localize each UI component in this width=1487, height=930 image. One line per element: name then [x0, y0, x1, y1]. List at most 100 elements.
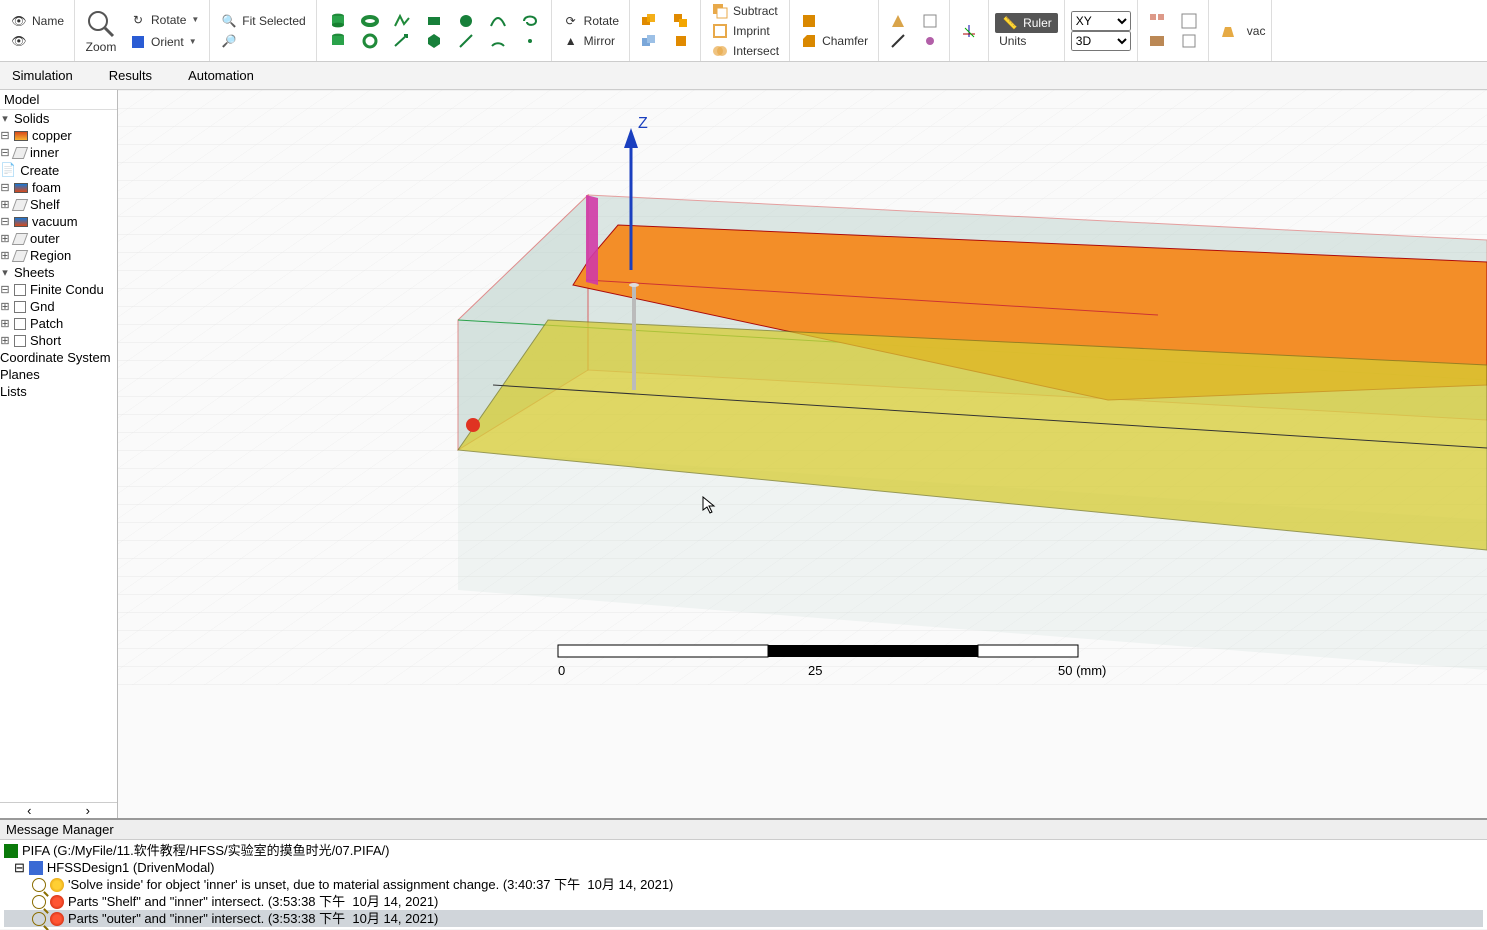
tree-sheets[interactable]: ▾Sheets: [0, 264, 117, 281]
cylinder2-button[interactable]: [325, 31, 351, 51]
cylinder-button[interactable]: [325, 11, 351, 31]
grid-b-button[interactable]: [1176, 11, 1202, 31]
curve-button[interactable]: [485, 11, 511, 31]
arc-button[interactable]: [485, 31, 511, 51]
torus-button[interactable]: [357, 11, 383, 31]
tree-outer[interactable]: ⊞outer: [0, 230, 117, 247]
dup2-button[interactable]: [668, 11, 694, 31]
viewport-3d[interactable]: Z 0 25 50 (mm): [118, 90, 1487, 818]
fit-alt-button[interactable]: 🔎: [216, 31, 309, 51]
dup4-button[interactable]: [668, 31, 694, 51]
polyline-button[interactable]: [389, 11, 415, 31]
arrow-path-button[interactable]: [389, 31, 415, 51]
misc1a-button[interactable]: [885, 11, 911, 31]
view-combo[interactable]: 3D: [1071, 31, 1131, 51]
menu-results[interactable]: Results: [105, 66, 156, 85]
rotate-button[interactable]: ↻ Rotate▼: [125, 10, 203, 30]
intersect-button[interactable]: Intersect: [707, 41, 783, 61]
warning-icon: [50, 878, 64, 892]
subtract-button[interactable]: Subtract: [707, 1, 783, 21]
rectangle-button[interactable]: [421, 11, 447, 31]
line-button[interactable]: [453, 31, 479, 51]
ruler-button[interactable]: 📏 Ruler: [995, 13, 1058, 33]
tree-scroll-left[interactable]: ‹: [0, 803, 59, 818]
chamfer-button[interactable]: Chamfer: [796, 31, 872, 51]
msg-error-2[interactable]: Parts "outer" and "inner" intersect. (3:…: [4, 910, 1483, 927]
misc1c-button[interactable]: [885, 31, 911, 51]
svg-text:25: 25: [808, 663, 822, 678]
tree-solids[interactable]: ▾Solids: [0, 110, 117, 127]
magnifier-icon: [85, 8, 117, 40]
visibility-button[interactable]: 👁: [6, 31, 68, 51]
tree-coord[interactable]: Coordinate System: [0, 349, 117, 366]
tree-scroll-right[interactable]: ›: [59, 803, 118, 818]
tree-inner[interactable]: ⊟inner: [0, 144, 117, 161]
ruler-icon: 📏: [1001, 14, 1019, 32]
tree-shelf[interactable]: ⊞Shelf: [0, 196, 117, 213]
grid-a-button[interactable]: [1144, 11, 1170, 31]
grid-c-button[interactable]: [1144, 31, 1170, 51]
vac-button[interactable]: [1215, 21, 1241, 41]
mirror-icon: ▲: [562, 32, 580, 50]
menu-simulation[interactable]: Simulation: [8, 66, 77, 85]
imprint-button[interactable]: Imprint: [707, 21, 783, 41]
copper-swatch-icon: [14, 131, 28, 141]
axes-icon: [960, 22, 978, 40]
fit-selected-button[interactable]: 🔍 Fit Selected: [216, 11, 309, 31]
eye-icon: 👁: [10, 12, 28, 30]
mirror-button[interactable]: ▲ Mirror: [558, 31, 623, 51]
msg-error-1[interactable]: Parts "Shelf" and "inner" intersect. (3:…: [4, 893, 1483, 910]
menu-automation[interactable]: Automation: [184, 66, 258, 85]
chamfer-label: Chamfer: [822, 34, 868, 48]
cs-button[interactable]: [956, 21, 982, 41]
tree-foam[interactable]: ⊟foam: [0, 179, 117, 196]
plane-combo[interactable]: XY: [1071, 11, 1131, 31]
msg-design[interactable]: ⊟HFSSDesign1 (DrivenModal): [4, 859, 1483, 876]
eye-off-icon: 👁: [10, 32, 28, 50]
grid-d-button[interactable]: [1176, 31, 1202, 51]
zoom-button[interactable]: Zoom: [81, 7, 121, 55]
units-button[interactable]: Units: [995, 33, 1058, 49]
find-icon: [32, 912, 46, 926]
origin-marker: [466, 418, 480, 432]
rotate-xform-button[interactable]: ⟳ Rotate: [558, 11, 623, 31]
tree-body[interactable]: ▾Solids ⊟copper ⊟inner 📄Create ⊟foam ⊞Sh…: [0, 110, 117, 802]
sheet-icon: [14, 318, 26, 330]
edge1-button[interactable]: [796, 11, 822, 31]
tree-patch[interactable]: ⊞Patch: [0, 315, 117, 332]
ruler-label: Ruler: [1023, 16, 1052, 30]
ribbon: 👁 Name 👁 Zoom ↻ Rotate▼ Orient▼: [0, 0, 1487, 62]
vacuum-swatch-icon: [14, 217, 28, 227]
error-icon: [50, 895, 64, 909]
dup1-button[interactable]: [636, 11, 662, 31]
tree-vacuum[interactable]: ⊟vacuum: [0, 213, 117, 230]
misc1d-button[interactable]: [917, 31, 943, 51]
point-button[interactable]: [517, 31, 543, 51]
tree-gnd[interactable]: ⊞Gnd: [0, 298, 117, 315]
subtract-label: Subtract: [733, 4, 778, 18]
hexagon-button[interactable]: [421, 31, 447, 51]
tree-region[interactable]: ⊞Region: [0, 247, 117, 264]
dup3-button[interactable]: [636, 31, 662, 51]
tree-finite[interactable]: ⊟Finite Condu: [0, 281, 117, 298]
misc1b-button[interactable]: [917, 11, 943, 31]
tree-create[interactable]: 📄Create: [0, 161, 117, 179]
model-header: Model: [0, 90, 117, 110]
tree-short[interactable]: ⊞Short: [0, 332, 117, 349]
msg-warning-1[interactable]: 'Solve inside' for object 'inner' is uns…: [4, 876, 1483, 893]
ring-button[interactable]: [357, 31, 383, 51]
intersect-label: Intersect: [733, 44, 779, 58]
tree-lists[interactable]: Lists: [0, 383, 117, 400]
mirror-label: Mirror: [584, 34, 615, 48]
create-icon: 📄: [0, 162, 16, 178]
msg-project[interactable]: PIFA (G:/MyFile/11.软件教程/HFSS/实验室的摸鱼时光/07…: [4, 842, 1483, 859]
name-button[interactable]: 👁 Name: [6, 11, 68, 31]
tree-copper[interactable]: ⊟copper: [0, 127, 117, 144]
spiral-button[interactable]: [517, 11, 543, 31]
orient-button[interactable]: Orient▼: [125, 32, 203, 52]
rotate3d-icon: ⟳: [562, 12, 580, 30]
tree-planes[interactable]: Planes: [0, 366, 117, 383]
message-body[interactable]: PIFA (G:/MyFile/11.软件教程/HFSS/实验室的摸鱼时光/07…: [0, 840, 1487, 929]
error-icon: [50, 912, 64, 926]
circle-button[interactable]: [453, 11, 479, 31]
